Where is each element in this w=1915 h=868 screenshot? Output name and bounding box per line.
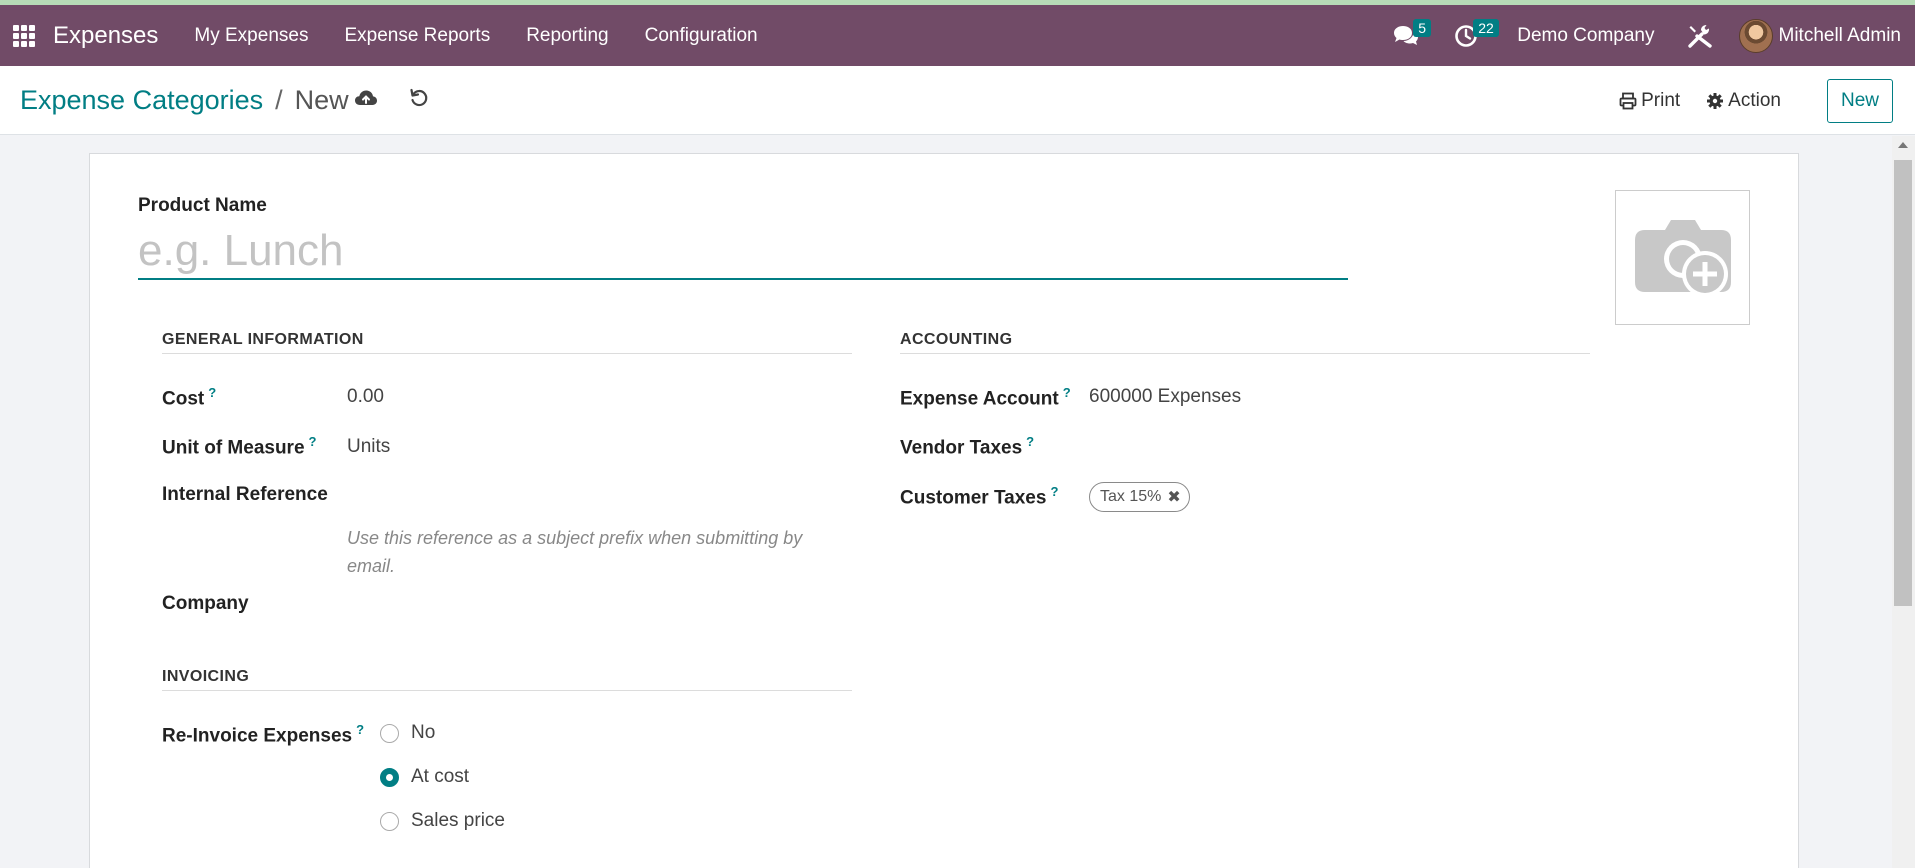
form-sheet: Product Name GENERAL INFORMATION Cost? 0…: [89, 153, 1799, 868]
reinvoice-expenses-label: Re-Invoice Expenses?: [162, 722, 365, 747]
discard-button[interactable]: [409, 88, 429, 113]
expense-account-help-icon[interactable]: ?: [1063, 385, 1071, 400]
vendor-taxes-label: Vendor Taxes?: [900, 434, 1035, 459]
vendor-taxes-help-icon[interactable]: ?: [1026, 434, 1034, 449]
app-title[interactable]: Expenses: [53, 22, 158, 50]
internal-reference-hint: Use this reference as a subject prefix w…: [347, 528, 803, 576]
reinvoice-option-sales-price[interactable]: Sales price: [380, 810, 505, 832]
gear-icon: [1707, 93, 1724, 109]
uom-help-icon[interactable]: ?: [309, 434, 317, 449]
product-name-input[interactable]: [138, 224, 1348, 280]
activities-count-badge: 22: [1473, 18, 1499, 37]
radio-button[interactable]: [380, 811, 399, 831]
reinvoice-option-no[interactable]: No: [380, 722, 435, 744]
cloud-upload-icon: [355, 90, 377, 105]
cost-help-icon[interactable]: ?: [208, 385, 216, 400]
print-button[interactable]: Print: [1619, 90, 1680, 112]
undo-icon: [410, 88, 428, 107]
customer-tax-tag-label: Tax 15%: [1100, 488, 1162, 505]
print-icon: [1619, 92, 1637, 110]
breadcrumb-separator: /: [275, 85, 283, 115]
radio-button-checked[interactable]: [380, 767, 399, 787]
company-switcher[interactable]: Demo Company: [1517, 25, 1654, 47]
customer-taxes-help-icon[interactable]: ?: [1050, 484, 1058, 499]
messages-button[interactable]: 5: [1391, 18, 1432, 51]
apps-grid-icon[interactable]: [13, 24, 35, 47]
save-button[interactable]: [354, 88, 378, 113]
scrollbar-thumb[interactable]: [1894, 160, 1912, 606]
nav-menu: My Expenses Expense Reports Reporting Co…: [176, 25, 775, 47]
control-panel-actions: Print Action New: [1619, 79, 1893, 123]
product-image-upload[interactable]: [1615, 190, 1750, 325]
radio-label: No: [411, 722, 436, 743]
main-navbar: Expenses My Expenses Expense Reports Rep…: [0, 5, 1915, 66]
nav-item-my-expenses[interactable]: My Expenses: [176, 25, 326, 47]
uom-label: Unit of Measure?: [162, 434, 317, 459]
cost-label: Cost?: [162, 385, 217, 410]
radio-label: Sales price: [411, 810, 505, 831]
nav-item-reporting[interactable]: Reporting: [508, 25, 626, 47]
navbar-systray: 5 22 Demo Company Mitchell Admin: [1391, 5, 1915, 66]
nav-item-configuration[interactable]: Configuration: [627, 25, 776, 47]
breadcrumb-current: New: [294, 85, 349, 115]
tools-icon: [1687, 24, 1712, 48]
print-label: Print: [1641, 90, 1681, 111]
scroll-up-arrow-icon[interactable]: [1898, 142, 1908, 148]
action-label: Action: [1728, 90, 1781, 111]
section-general-information: GENERAL INFORMATION: [162, 331, 852, 354]
radio-button[interactable]: [380, 723, 399, 743]
expense-account-label: Expense Account?: [900, 385, 1071, 410]
remove-tag-icon[interactable]: ✖: [1167, 487, 1180, 507]
user-avatar[interactable]: [1738, 18, 1773, 53]
internal-reference-label: Internal Reference: [162, 484, 328, 505]
nav-item-expense-reports[interactable]: Expense Reports: [326, 25, 508, 47]
control-panel: Expense Categories / New Print Action Ne…: [0, 66, 1915, 135]
expense-account-value[interactable]: 600000 Expenses: [1089, 386, 1241, 408]
cost-value[interactable]: 0.00: [347, 386, 384, 408]
action-button[interactable]: Action: [1706, 90, 1781, 112]
radio-label: At cost: [411, 766, 470, 787]
reinvoice-help-icon[interactable]: ?: [356, 722, 364, 737]
debug-tools-button[interactable]: [1685, 21, 1715, 51]
section-invoicing: INVOICING: [162, 668, 852, 691]
user-menu[interactable]: Mitchell Admin: [1779, 25, 1902, 47]
section-accounting: ACCOUNTING: [900, 331, 1590, 354]
activities-button[interactable]: 22: [1451, 18, 1499, 51]
uom-value[interactable]: Units: [347, 436, 390, 458]
product-name-label: Product Name: [138, 195, 267, 216]
company-label: Company: [162, 593, 249, 614]
camera-add-icon: [1634, 219, 1731, 297]
customer-tax-tag[interactable]: Tax 15% ✖: [1089, 482, 1190, 512]
customer-taxes-label: Customer Taxes?: [900, 484, 1059, 509]
new-record-button[interactable]: New: [1826, 79, 1893, 123]
breadcrumb-expense-categories[interactable]: Expense Categories: [20, 85, 263, 116]
reinvoice-option-at-cost[interactable]: At cost: [380, 766, 469, 788]
messages-count-badge: 5: [1413, 18, 1432, 37]
breadcrumb: Expense Categories / New: [20, 85, 349, 116]
